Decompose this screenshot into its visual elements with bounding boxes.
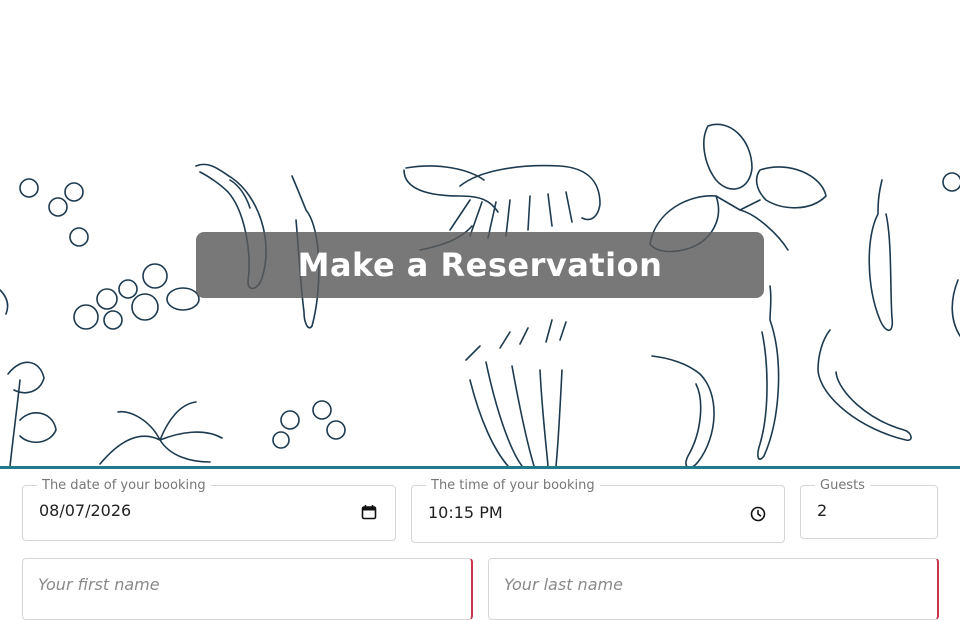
- last-name-field[interactable]: Your last name: [488, 558, 939, 620]
- date-field[interactable]: The date of your booking 08/07/2026: [22, 478, 396, 541]
- calendar-icon[interactable]: [361, 504, 377, 524]
- date-value[interactable]: 08/07/2026: [39, 501, 131, 520]
- hero-banner: Make a Reservation: [0, 0, 960, 469]
- first-name-placeholder: Your first name: [38, 575, 160, 594]
- title-banner: Make a Reservation: [196, 232, 764, 298]
- first-name-field[interactable]: Your first name: [22, 558, 473, 620]
- page-title: Make a Reservation: [297, 246, 663, 284]
- time-field-label: The time of your booking: [426, 478, 600, 493]
- date-field-label: The date of your booking: [37, 478, 211, 493]
- time-field[interactable]: The time of your booking 10:15 PM: [411, 478, 785, 543]
- time-value[interactable]: 10:15 PM: [428, 503, 503, 522]
- last-name-placeholder: Your last name: [504, 575, 623, 594]
- guests-value[interactable]: 2: [817, 501, 827, 520]
- clock-icon[interactable]: [750, 506, 766, 526]
- guests-field[interactable]: Guests 2: [800, 478, 938, 539]
- guests-field-label: Guests: [815, 478, 870, 493]
